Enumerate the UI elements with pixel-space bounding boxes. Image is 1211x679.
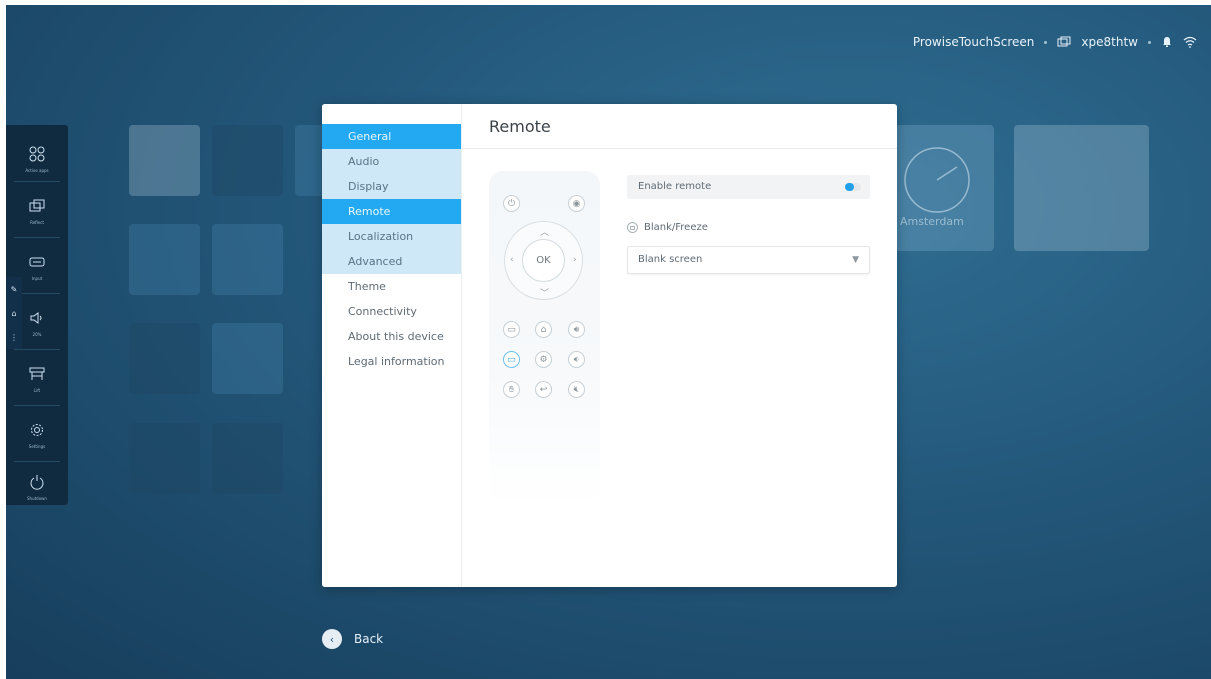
dock-active-apps[interactable]: Active apps — [6, 133, 68, 185]
desktop-background: ProwiseTouchScreen xpe8thtw Amsterdam Ac… — [6, 5, 1211, 679]
dock-settings[interactable]: Settings — [6, 409, 68, 461]
device-name: ProwiseTouchScreen — [912, 35, 1035, 49]
app-tile-word — [129, 423, 200, 494]
mute-icon: 🔇︎ — [568, 381, 585, 398]
dock-label: Settings — [28, 443, 46, 449]
toggle-knob — [845, 183, 854, 191]
enable-remote-row: Enable remote — [627, 175, 870, 199]
volume-down-icon: 🔉︎ — [568, 351, 585, 368]
nav-item-remote[interactable]: Remote — [322, 199, 462, 224]
back-label: Back — [354, 632, 384, 646]
touch-lock-icon: ✋︎ — [503, 381, 520, 398]
settings-dialog: General Audio Display Remote Localizatio… — [322, 104, 897, 587]
back-button[interactable]: ‹ Back — [322, 629, 383, 649]
screen-share-icon[interactable] — [1057, 36, 1071, 48]
divider — [14, 181, 60, 182]
app-tile-reflect — [129, 224, 200, 295]
home-icon: ⌂ — [11, 308, 17, 318]
record-icon: ◉ — [568, 195, 585, 212]
nav-item-about[interactable]: About this device — [322, 324, 462, 349]
divider — [462, 148, 897, 149]
chevron-left-icon: ‹ — [322, 629, 342, 649]
app-tile-store — [129, 125, 200, 196]
gear-icon: ⚙ — [535, 351, 552, 368]
nav-item-legal[interactable]: Legal information — [322, 349, 462, 374]
volume-up-icon: 🔊︎ — [568, 321, 585, 338]
divider — [14, 349, 60, 350]
settings-nav: General Audio Display Remote Localizatio… — [322, 104, 462, 587]
dock-label: Input — [31, 275, 43, 281]
dock-label: Lift — [33, 387, 41, 393]
dock-lift[interactable]: Lift — [6, 353, 68, 405]
chevron-right-icon: › — [573, 255, 577, 265]
pen-icon: ✎ — [10, 284, 18, 294]
power-icon: ⏻ — [503, 195, 520, 212]
gear-icon — [29, 422, 45, 442]
grid-icon — [29, 146, 45, 166]
quick-access-tab[interactable]: ✎ ⌂ ⋮ — [6, 277, 22, 349]
caret-down-icon: ▼ — [852, 255, 859, 265]
nav-item-theme[interactable]: Theme — [322, 274, 462, 299]
blank-freeze-label: Blank/Freeze — [644, 222, 708, 233]
nav-item-general[interactable]: General — [322, 124, 462, 149]
app-tile-excel — [212, 423, 283, 494]
page-title: Remote — [489, 117, 551, 136]
chevron-up-icon: ︿ — [540, 228, 550, 238]
input-icon: ▭ — [503, 321, 520, 338]
separator-dot — [1044, 40, 1048, 44]
enable-remote-toggle[interactable] — [845, 183, 861, 191]
status-bar: ProwiseTouchScreen xpe8thtw — [913, 35, 1197, 49]
dock-label: Reflect — [30, 219, 44, 225]
volume-level: 20% — [32, 331, 42, 337]
clock-icon — [904, 147, 970, 213]
nav-item-audio[interactable]: Audio — [322, 149, 462, 174]
wifi-icon[interactable] — [1183, 36, 1197, 48]
enable-remote-label: Enable remote — [638, 181, 712, 192]
return-icon: ↩ — [535, 381, 552, 398]
volume-icon — [29, 310, 45, 330]
lift-icon — [29, 366, 45, 386]
app-tile-draw — [212, 125, 283, 196]
clock-city: Amsterdam — [900, 215, 964, 228]
nav-item-advanced[interactable]: Advanced — [322, 249, 462, 274]
blank-freeze-select[interactable]: Blank screen ▼ — [627, 246, 870, 274]
blank-screen-icon — [627, 222, 638, 233]
app-tile-skype — [212, 323, 283, 394]
remote-illustration: ⏻ ◉ ︿ ﹀ ‹ › OK ▭ ⌂ 🔊︎ ▭ ⚙ 🔉︎ ✋︎ ↩ 🔇︎ — [489, 171, 600, 506]
clock-tile: Amsterdam — [888, 125, 994, 251]
dpad: ︿ ﹀ ‹ › OK — [504, 221, 583, 300]
nav-item-display[interactable]: Display — [322, 174, 462, 199]
connection-code: xpe8thtw — [1081, 35, 1138, 49]
dock-reflect[interactable]: Reflect — [6, 185, 68, 237]
blank-freeze-header: Blank/Freeze — [627, 222, 708, 233]
chevron-down-icon: ﹀ — [540, 289, 550, 299]
input-icon — [29, 254, 45, 274]
select-value: Blank screen — [638, 254, 703, 265]
nav-item-connectivity[interactable]: Connectivity — [322, 299, 462, 324]
divider — [14, 237, 60, 238]
dock-label: Active apps — [25, 167, 49, 173]
blank-screen-icon: ▭ — [503, 351, 520, 368]
divider — [14, 405, 60, 406]
app-tile — [212, 224, 283, 295]
menu-icon: ⋮ — [10, 332, 18, 342]
separator-dot — [1148, 40, 1151, 44]
home-icon: ⌂ — [535, 321, 552, 338]
chevron-left-icon: ‹ — [510, 255, 514, 265]
dock-shutdown[interactable]: Shutdown — [6, 461, 68, 513]
dock-label: Shutdown — [27, 495, 47, 501]
divider — [461, 104, 462, 587]
nav-item-localization[interactable]: Localization — [322, 224, 462, 249]
widget-tile — [1014, 125, 1149, 251]
bell-icon[interactable] — [1161, 36, 1173, 48]
app-tile-pdf — [129, 323, 200, 394]
screen-mirror-icon — [29, 198, 45, 218]
ok-button-illustration: OK — [522, 239, 565, 282]
power-icon — [29, 474, 45, 494]
